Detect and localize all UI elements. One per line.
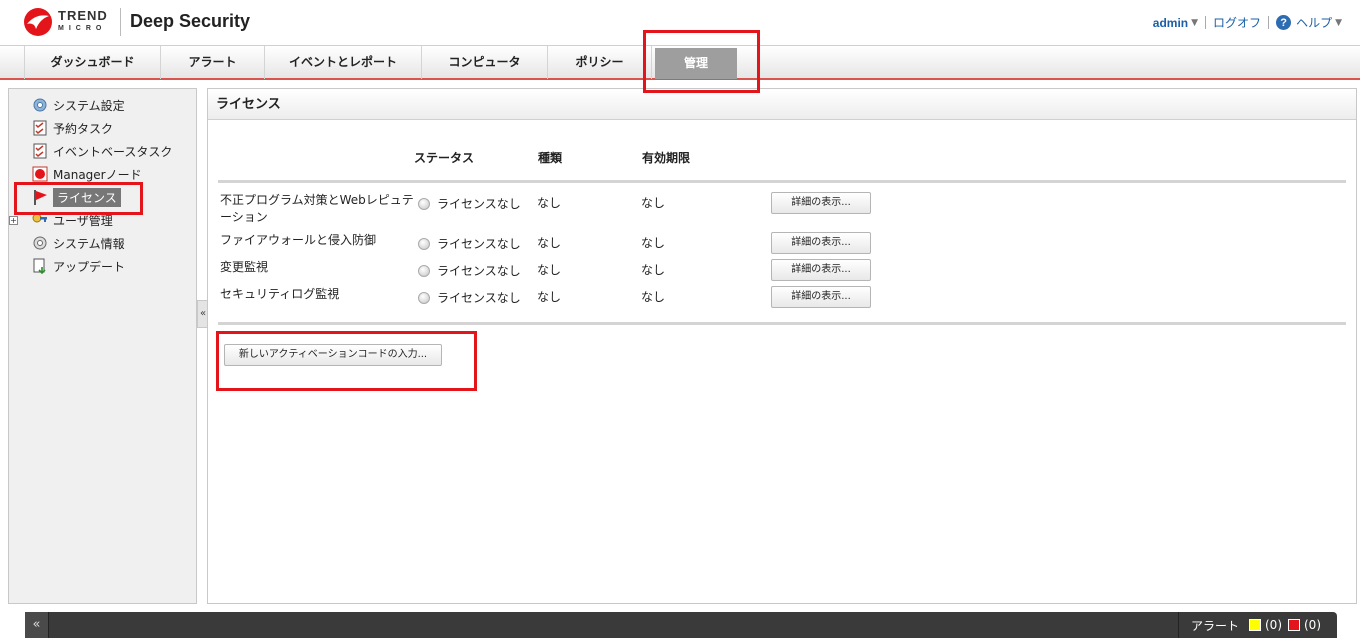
annotation-highlight-admin-tab [643,30,760,93]
view-details-button[interactable]: 詳細の表示... [771,192,871,214]
gear-icon [31,97,48,114]
license-row-expiry: なし [641,236,666,250]
annotation-highlight-activation-button [216,331,477,391]
license-row-type: なし [537,263,562,277]
sidebar-item-label: 予約タスク [53,121,114,136]
critical-count: (0) [1304,618,1321,632]
task-icon [31,120,48,137]
manager-node-icon [31,166,48,183]
tab-policies[interactable]: ポリシー [548,46,652,79]
brand-line2: MICRO [58,25,107,32]
license-row-name: ファイアウォールと侵入防御 [220,233,377,247]
logoff-link[interactable]: ログオフ [1213,14,1261,31]
tab-alerts[interactable]: アラート [161,46,265,79]
view-details-button[interactable]: 詳細の表示... [771,259,871,281]
status-text: ライセンスなし [437,291,521,305]
sidebar-item-label: イベントベースタスク [53,144,173,159]
alerts-label: アラート [1190,618,1239,633]
product-name: Deep Security [130,11,251,31]
license-row-expiry: なし [641,196,666,210]
license-row-status: ライセンスなし [418,195,521,212]
sidebar-item-scheduled-tasks[interactable]: 予約タスク [31,118,113,138]
chevron-down-icon[interactable]: ▼ [1191,18,1198,28]
view-details-button[interactable]: 詳細の表示... [771,232,871,254]
sidebar-item-system-settings[interactable]: システム設定 [31,95,125,115]
sidebar-item-label: システム設定 [53,98,125,113]
license-row-expiry: なし [641,290,666,304]
license-row-name: 不正プログラム対策とWebレピュテーション [220,193,414,224]
update-icon [31,258,48,275]
status-text: ライセンスなし [437,237,521,251]
column-header-expiry: 有効期限 [642,151,691,165]
status-text: ライセンスなし [437,264,521,278]
sidebar-item-system-info[interactable]: システム情報 [31,233,125,253]
trend-micro-logo-icon [24,8,52,36]
help-menu[interactable]: ヘルプ [1296,14,1332,31]
status-divider [1177,612,1179,638]
sidebar-item-label: アップデート [53,259,126,274]
brand-line1: TREND [58,8,108,23]
table-divider-bottom [218,322,1346,325]
user-menu[interactable]: admin [1153,16,1188,30]
sidebar-item-label: Managerノード [53,167,142,182]
sidebar-item-updates[interactable]: アップデート [31,256,125,276]
system-info-icon [31,235,48,252]
sidebar-item-label: システム情報 [53,236,125,251]
status-indicator-icon [418,237,430,250]
tab-computers[interactable]: コンピュータ [422,46,548,79]
brand-divider [120,8,121,36]
critical-square-icon [1288,619,1300,631]
task-icon [31,143,48,160]
status-bar-collapse[interactable]: « [25,612,49,638]
chevron-down-icon[interactable]: ▼ [1335,18,1342,28]
annotation-highlight-license-item [14,182,143,215]
license-row-name: セキュリティログ監視 [220,287,340,301]
status-text: ライセンスなし [437,197,521,211]
nav-divider [1205,16,1207,29]
tab-dashboard[interactable]: ダッシュボード [24,46,161,79]
expand-user-management-toggle[interactable]: + [9,216,18,225]
help-icon[interactable]: ? [1276,15,1292,30]
license-row-type: なし [537,290,562,304]
license-row-status: ライセンスなし [418,289,521,306]
status-indicator-icon [418,264,430,277]
alerts-summary[interactable]: アラート (0) (0) [1177,612,1321,638]
view-details-button[interactable]: 詳細の表示... [771,286,871,308]
tab-events-reports[interactable]: イベントとレポート [265,46,422,79]
warning-square-icon [1249,619,1261,631]
column-header-type: 種類 [538,151,563,165]
license-row-status: ライセンスなし [418,262,521,279]
sidebar-item-manager-nodes[interactable]: Managerノード [31,164,142,184]
status-indicator-icon [418,197,430,210]
table-divider-top [218,180,1346,183]
brand-wordmark: TREND MICRO [58,8,108,34]
warning-count: (0) [1265,618,1282,632]
license-row-name: 変更監視 [220,260,269,274]
license-row-type: なし [537,236,562,250]
status-indicator-icon [418,291,430,304]
license-row-type: なし [537,196,562,210]
panel-title: ライセンス [208,89,1356,120]
user-nav: admin ▼ ログオフ ? ヘルプ ▼ [1153,14,1342,31]
nav-divider [1268,16,1270,29]
column-header-status: ステータス [414,151,475,165]
license-row-expiry: なし [641,263,666,277]
sidebar-item-event-based-tasks[interactable]: イベントベースタスク [31,141,172,161]
status-bar: « アラート (0) (0) [25,612,1337,638]
license-row-status: ライセンスなし [418,235,521,252]
